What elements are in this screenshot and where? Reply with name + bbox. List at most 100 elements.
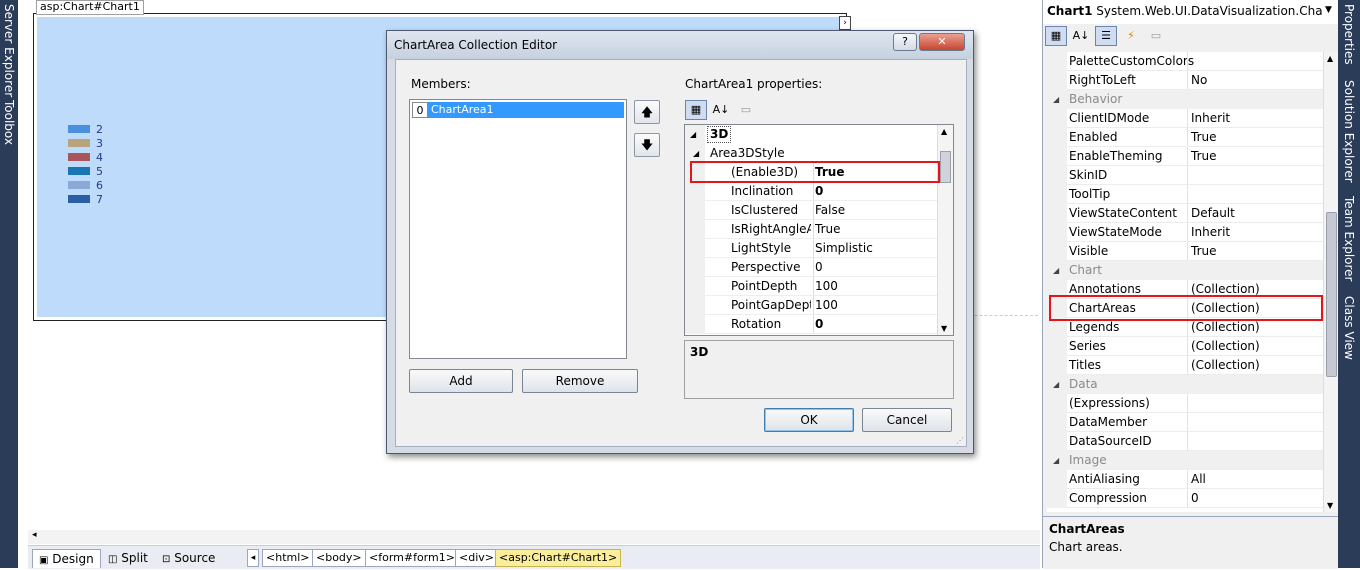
dialog-property-grid[interactable]: ◢ 3D ◢ Area3DStyle (Enable3D) True Inclina… (684, 124, 954, 336)
property-row[interactable]: Visible True (1047, 242, 1323, 261)
collapse-icon[interactable]: ◢ (1053, 451, 1059, 470)
property-row[interactable]: IsClustered False (685, 201, 937, 220)
property-row[interactable]: DataMember (1047, 413, 1323, 432)
resize-grip-icon[interactable]: ⋰ (956, 436, 964, 445)
property-value[interactable]: Simplistic (813, 239, 873, 258)
property-row[interactable]: AntiAliasing All (1047, 470, 1323, 489)
collapse-icon[interactable]: ◢ (1053, 375, 1059, 394)
category-row[interactable]: ◢ Data (1047, 375, 1323, 394)
property-value[interactable] (1187, 413, 1323, 432)
property-row[interactable]: PaletteCustomColors (1047, 52, 1323, 71)
close-button[interactable]: ✕ (919, 33, 965, 51)
cancel-button[interactable]: Cancel (862, 408, 952, 432)
property-value[interactable] (1187, 52, 1323, 71)
property-pages-icon[interactable]: ▭ (1145, 26, 1167, 46)
properties-icon[interactable]: ☰ (1095, 26, 1117, 46)
property-row[interactable]: Compression 0 (1047, 489, 1323, 508)
property-value[interactable]: 0 (813, 258, 823, 277)
list-item[interactable]: 0 ChartArea1 (412, 102, 624, 118)
property-value[interactable]: 100 (813, 277, 838, 296)
property-value[interactable]: No (1187, 71, 1323, 90)
property-value[interactable]: False (813, 201, 845, 220)
property-row[interactable]: Series (Collection) (1047, 337, 1323, 356)
property-row[interactable]: PointGapDepth100 (685, 296, 937, 315)
category-row[interactable]: ◢ 3D (685, 125, 937, 144)
class-view-tab[interactable]: Class View (1342, 296, 1356, 360)
property-row[interactable]: ClientIDMode Inherit (1047, 109, 1323, 128)
property-value[interactable] (1187, 432, 1323, 451)
categorized-icon[interactable]: ▦ (685, 100, 707, 120)
server-explorer-tab[interactable]: Server Explorer (2, 4, 16, 97)
breadcrumb-back-icon[interactable]: ◂ (247, 549, 259, 567)
property-row[interactable]: LightStyle Simplistic (685, 239, 937, 258)
alphabetical-icon[interactable]: A↓ (1070, 26, 1092, 46)
collapse-icon[interactable]: ◢ (1053, 261, 1059, 280)
property-row[interactable]: IsRightAngleAxesTrue (685, 220, 937, 239)
move-up-button[interactable]: 🡅 (634, 100, 660, 124)
property-value[interactable]: (Collection) (1187, 356, 1323, 375)
property-row[interactable]: Perspective 0 (685, 258, 937, 277)
property-value[interactable] (1187, 394, 1323, 413)
property-value[interactable]: 100 (813, 296, 838, 315)
property-row[interactable]: RightToLeft No (1047, 71, 1323, 90)
breadcrumb-html[interactable]: <html> (262, 549, 314, 567)
alphabetical-icon[interactable]: A↓ (710, 100, 732, 120)
collapse-icon[interactable]: ◢ (1053, 90, 1059, 109)
property-value[interactable]: 0 (813, 182, 823, 201)
property-row[interactable]: EnableTheming True (1047, 147, 1323, 166)
property-value[interactable]: All (1187, 470, 1323, 489)
property-value[interactable]: Inherit (1187, 223, 1323, 242)
property-value[interactable]: True (1187, 147, 1323, 166)
property-grid[interactable]: PaletteCustomColors RightToLeft No ◢ Behavio… (1047, 52, 1323, 512)
property-value[interactable] (1187, 166, 1323, 185)
chevron-down-icon[interactable]: ▼ (1325, 5, 1332, 15)
smart-tag-arrow-icon[interactable]: › (839, 16, 851, 30)
team-explorer-tab[interactable]: Team Explorer (1342, 196, 1356, 282)
scroll-thumb[interactable] (940, 151, 951, 183)
property-row[interactable]: (Expressions) (1047, 394, 1323, 413)
help-button[interactable]: ? (893, 33, 917, 51)
categorized-icon[interactable]: ▦ (1045, 26, 1067, 46)
scroll-left-icon[interactable]: ◂ (32, 530, 37, 540)
grid-scrollbar[interactable]: ▲ ▼ (937, 125, 953, 335)
property-row[interactable]: Rotation 0 (685, 315, 937, 334)
dialog-titlebar[interactable]: ChartArea Collection Editor ? ✕ (387, 31, 973, 59)
property-value[interactable]: True (1187, 242, 1323, 261)
events-icon[interactable]: ⚡ (1120, 26, 1142, 46)
breadcrumb-chart[interactable]: <asp:Chart#Chart1> (495, 549, 622, 567)
property-value[interactable]: Default (1187, 204, 1323, 223)
tab-source[interactable]: ⊡ Source (156, 549, 221, 567)
scroll-down-icon[interactable]: ▼ (941, 324, 947, 333)
property-row[interactable]: Titles (Collection) (1047, 356, 1323, 375)
tab-design[interactable]: ▣ Design (32, 549, 101, 568)
property-row[interactable]: ViewStateMode Inherit (1047, 223, 1323, 242)
property-value[interactable] (1187, 185, 1323, 204)
property-row[interactable]: ToolTip (1047, 185, 1323, 204)
scroll-down-icon[interactable]: ▼ (1327, 501, 1333, 510)
property-row[interactable]: ViewStateContent Default (1047, 204, 1323, 223)
property-row[interactable]: PointDepth 100 (685, 277, 937, 296)
property-value[interactable]: 0 (813, 315, 823, 334)
breadcrumb-div[interactable]: <div> (455, 549, 498, 567)
add-button[interactable]: Add (409, 369, 513, 393)
move-down-button[interactable]: 🡇 (634, 133, 660, 157)
object-selector[interactable]: Chart1 System.Web.UI.DataVisualization.C… (1043, 0, 1339, 24)
property-row[interactable]: Enabled True (1047, 128, 1323, 147)
property-pages-icon[interactable]: ▭ (735, 100, 757, 120)
horizontal-scrollbar[interactable]: ◂ (28, 530, 1040, 544)
ok-button[interactable]: OK (764, 408, 854, 432)
properties-tab[interactable]: Properties (1342, 4, 1356, 65)
solution-explorer-tab[interactable]: Solution Explorer (1342, 80, 1356, 183)
category-row[interactable]: ◢ Image (1047, 451, 1323, 470)
property-row[interactable]: Inclination 0 (685, 182, 937, 201)
breadcrumb-form[interactable]: <form#form1> (365, 549, 459, 567)
scroll-up-icon[interactable]: ▲ (941, 127, 947, 136)
property-value[interactable]: True (813, 220, 841, 239)
members-list[interactable]: 0 ChartArea1 (409, 99, 627, 359)
properties-scrollbar[interactable]: ▲ ▼ (1323, 52, 1338, 512)
property-row[interactable]: DataSourceID (1047, 432, 1323, 451)
scroll-up-icon[interactable]: ▲ (1327, 54, 1333, 63)
breadcrumb-body[interactable]: <body> (312, 549, 366, 567)
toolbox-tab[interactable]: Toolbox (2, 100, 16, 145)
property-value[interactable]: Inherit (1187, 109, 1323, 128)
